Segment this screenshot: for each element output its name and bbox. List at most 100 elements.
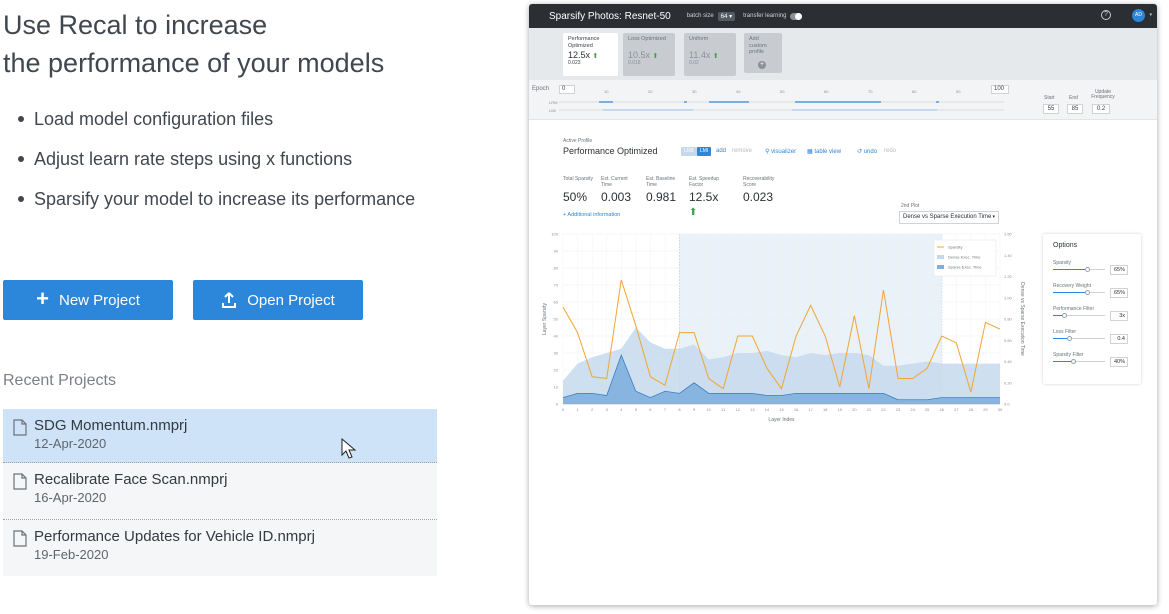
profile-tab-loss[interactable]: Loss Optimized 10.5x ⬆ 0.018 — [623, 33, 675, 76]
active-profile-name: Performance Optimized — [563, 146, 658, 156]
lmi-chip[interactable]: LMI — [697, 147, 712, 156]
legend-swatch-sparse — [937, 265, 944, 269]
hero-title: Use Recal to increase the performance of… — [3, 6, 384, 82]
profile-tabs: Performance Optimized 12.5x ⬆ 0.023 Loss… — [529, 28, 1157, 80]
x-tick-label: 4 — [620, 407, 623, 412]
project-item[interactable]: Recalibrate Face Scan.nmprj 16-Apr-2020 — [3, 463, 437, 520]
metric-value: 50% — [563, 190, 588, 204]
project-name: SDG Momentum.nmprj — [34, 417, 188, 434]
bullet-icon — [18, 116, 24, 122]
batch-size-select[interactable]: 64 ▾ — [717, 11, 736, 21]
metric-baseline-time: Est. Baseline Time 0.981 — [646, 176, 676, 204]
help-icon[interactable]: ? — [1101, 10, 1111, 20]
metric-label: Est. Speedup Factor — [689, 176, 720, 188]
y-tick-label: 30 — [554, 351, 559, 356]
option-performance-filter: Performance Filter 3x — [1053, 306, 1133, 326]
avatar[interactable]: AD — [1132, 9, 1145, 22]
option-slider[interactable] — [1053, 359, 1105, 364]
add-link[interactable]: add — [716, 148, 726, 154]
metric-label: Est. Current Time — [601, 176, 628, 188]
lrb-chip[interactable]: LRB — [681, 147, 697, 156]
lr-row-label: LRM — [549, 100, 558, 105]
options-title: Options — [1053, 242, 1078, 249]
open-project-button[interactable]: Open Project — [193, 280, 363, 320]
bullet-icon — [18, 196, 24, 202]
additional-information-link[interactable]: + Additional information — [563, 212, 620, 218]
feature-text: Load model configuration files — [34, 109, 274, 129]
option-value-input[interactable]: 3x — [1110, 311, 1128, 321]
profile-tab-performance[interactable]: Performance Optimized 12.5x ⬆ 0.023 — [563, 33, 618, 76]
chevron-down-icon: ▾ — [992, 214, 995, 220]
table-view-button[interactable]: ▦ table view — [807, 148, 841, 155]
y-tick-label: 20 — [554, 368, 559, 373]
visualizer-button[interactable]: ⚲ visualizer — [765, 148, 796, 155]
plus-circle-icon: + — [758, 61, 766, 69]
feature-item: Sparsify your model to increase its perf… — [18, 186, 415, 226]
epoch-tick: 60 — [824, 89, 829, 94]
x-tick-label: 29 — [983, 407, 988, 412]
project-item[interactable]: SDG Momentum.nmprj 12-Apr-2020 — [3, 409, 437, 465]
update-frequency-input[interactable]: 0.2 — [1092, 104, 1110, 114]
recent-projects-title: Recent Projects — [3, 372, 116, 389]
y2-tick-label: 1.00 — [1004, 295, 1013, 300]
batch-size-label: batch size — [686, 13, 714, 19]
second-plot-select[interactable]: Dense vs Sparse Execution Time ▾ — [899, 211, 999, 224]
epoch-tick: 30 — [692, 89, 697, 94]
transfer-learning-toggle[interactable] — [790, 12, 803, 20]
y-tick-label: 50 — [554, 317, 559, 322]
app-top-bar: Sparsify Photos: Resnet-50 batch size 64… — [529, 4, 1157, 28]
app-title: Sparsify Photos: Resnet-50 — [549, 10, 671, 22]
profile-tab-uniform[interactable]: Uniform 11.4x ⬆ 0.02 — [684, 33, 736, 76]
redo-button[interactable]: redo — [884, 148, 896, 154]
y2-tick-label: 0.0 — [1004, 402, 1010, 407]
epoch-tick: 70 — [868, 89, 873, 94]
feature-item: Adjust learn rate steps using x function… — [18, 146, 415, 186]
y2-tick-label: 0.20 — [1004, 380, 1013, 385]
app-window: Sparsify Photos: Resnet-50 batch size 64… — [529, 4, 1157, 605]
new-project-label: New Project — [59, 291, 140, 309]
option-value-input[interactable]: 0.4 — [1110, 334, 1128, 344]
x-tick-label: 1 — [576, 407, 579, 412]
project-item[interactable]: Performance Updates for Vehicle ID.nmprj… — [3, 520, 437, 576]
new-project-button[interactable]: + New Project — [3, 280, 173, 320]
metric-value: 0.003 — [601, 190, 632, 204]
metric-recoverability: Recoverability Score 0.023 — [743, 176, 779, 204]
x-tick-label: 27 — [954, 407, 959, 412]
x-tick-label: 25 — [925, 407, 930, 412]
legend-label: Sparsity — [948, 245, 962, 250]
undo-icon: ↺ — [857, 149, 863, 155]
start-label: Start — [1044, 95, 1055, 101]
remove-link[interactable]: remove — [732, 148, 752, 154]
update-frequency-label: Update Frequency — [1091, 89, 1115, 100]
arrow-up-icon: ⬆ — [652, 53, 659, 60]
option-slider[interactable] — [1053, 290, 1105, 295]
option-slider[interactable] — [1053, 313, 1105, 318]
start-input[interactable]: 55 — [1043, 104, 1059, 114]
profile-tab-name: Loss Optimized — [628, 36, 666, 42]
option-value-input[interactable]: 40% — [1110, 357, 1128, 367]
x-tick-label: 26 — [940, 407, 945, 412]
chevron-down-icon[interactable]: ▾ — [1149, 12, 1152, 18]
x-tick-label: 0 — [562, 407, 565, 412]
legend-swatch-dense — [937, 255, 944, 259]
sparsity-chart[interactable]: 01020304050607080901000.00.200.400.600.8… — [529, 226, 1029, 426]
file-icon — [13, 530, 27, 547]
epoch-start-input[interactable]: 0 — [559, 85, 575, 94]
metric-value: 0.981 — [646, 190, 677, 204]
x-tick-label: 13 — [750, 407, 755, 412]
option-slider[interactable] — [1053, 336, 1105, 341]
option-value-input[interactable]: 65% — [1110, 265, 1128, 275]
epoch-end-input[interactable]: 100 — [991, 85, 1009, 94]
option-value-input[interactable]: 65% — [1110, 288, 1128, 298]
metric-label: Recoverability Score — [743, 176, 775, 188]
undo-button[interactable]: ↺ undo — [857, 148, 877, 155]
x-tick-label: 20 — [852, 407, 857, 412]
option-slider[interactable] — [1053, 267, 1105, 272]
add-profile-button[interactable]: Add custom profile + — [744, 33, 782, 73]
end-input[interactable]: 85 — [1067, 104, 1083, 114]
y2-tick-label: 0.60 — [1004, 338, 1013, 343]
y-tick-label: 90 — [554, 249, 559, 254]
arrow-up-icon: ⬆ — [689, 207, 698, 218]
x-tick-label: 2 — [591, 407, 594, 412]
profile-tab-sub: 0.018 — [628, 60, 641, 66]
